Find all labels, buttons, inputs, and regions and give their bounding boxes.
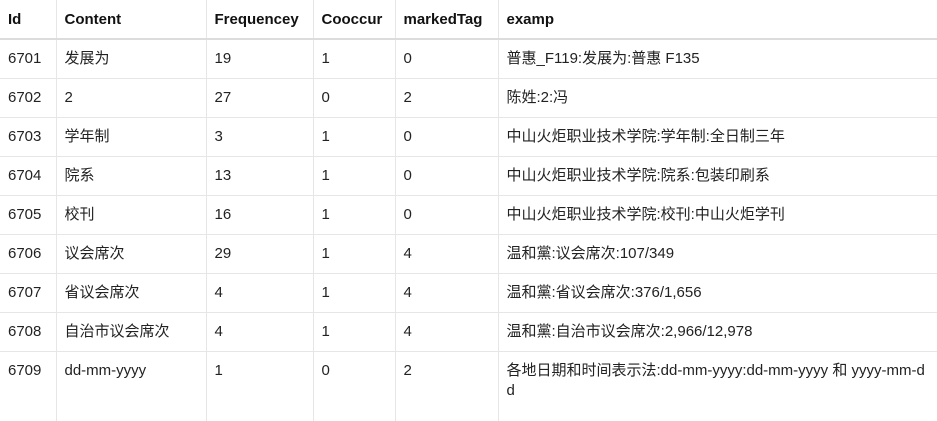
cell-frequency: 3 xyxy=(206,117,314,157)
cell-content: 自治市议会席次 xyxy=(56,312,207,352)
cell-cooccur: 1 xyxy=(313,39,396,79)
cell-id: 6706 xyxy=(0,234,57,274)
header-examp[interactable]: examp xyxy=(498,0,937,40)
cell-frequency: 19 xyxy=(206,39,314,79)
header-cooccur[interactable]: Cooccur xyxy=(313,0,396,40)
table-row[interactable]: 6704 院系 13 1 0 中山火炬职业技术学院:院系:包装印刷系 xyxy=(0,156,937,196)
cell-id: 6709 xyxy=(0,351,57,421)
cell-cooccur: 0 xyxy=(313,351,396,421)
cell-examp: 中山火炬职业技术学院:学年制:全日制三年 xyxy=(498,117,937,157)
header-frequency[interactable]: Frequencey xyxy=(206,0,314,40)
cell-content: 学年制 xyxy=(56,117,207,157)
cell-content: 校刊 xyxy=(56,195,207,235)
table-row[interactable]: 6702 2 27 0 2 陈姓:2:冯 xyxy=(0,78,937,118)
cell-content: 发展为 xyxy=(56,39,207,79)
cell-id: 6704 xyxy=(0,156,57,196)
cell-examp: 中山火炬职业技术学院:院系:包装印刷系 xyxy=(498,156,937,196)
cell-cooccur: 1 xyxy=(313,234,396,274)
cell-id: 6701 xyxy=(0,39,57,79)
table-row[interactable]: 6705 校刊 16 1 0 中山火炬职业技术学院:校刊:中山火炬学刊 xyxy=(0,195,937,235)
cell-examp: 陈姓:2:冯 xyxy=(498,78,937,118)
table-row[interactable]: 6709 dd-mm-yyyy 1 0 2 各地日期和时间表示法:dd-mm-y… xyxy=(0,351,937,421)
table-row[interactable]: 6708 自治市议会席次 4 1 4 温和黨:自治市议会席次:2,966/12,… xyxy=(0,312,937,352)
cell-cooccur: 1 xyxy=(313,312,396,352)
cell-cooccur: 1 xyxy=(313,117,396,157)
cell-id: 6707 xyxy=(0,273,57,313)
cell-cooccur: 1 xyxy=(313,195,396,235)
cell-examp: 各地日期和时间表示法:dd-mm-yyyy:dd-mm-yyyy 和 yyyy-… xyxy=(498,351,937,421)
cell-examp: 温和黨:议会席次:107/349 xyxy=(498,234,937,274)
header-id[interactable]: Id xyxy=(0,0,57,40)
cell-content: 院系 xyxy=(56,156,207,196)
cell-frequency: 29 xyxy=(206,234,314,274)
cell-cooccur: 1 xyxy=(313,156,396,196)
cell-frequency: 4 xyxy=(206,312,314,352)
table-header: Id Content Frequencey Cooccur markedTag … xyxy=(0,0,937,40)
cell-marked-tag: 4 xyxy=(395,273,499,313)
data-table-container: Id Content Frequencey Cooccur markedTag … xyxy=(0,0,937,421)
cell-marked-tag: 2 xyxy=(395,351,499,421)
cell-examp: 温和黨:省议会席次:376/1,656 xyxy=(498,273,937,313)
cell-content: 议会席次 xyxy=(56,234,207,274)
table-row[interactable]: 6707 省议会席次 4 1 4 温和黨:省议会席次:376/1,656 xyxy=(0,273,937,313)
cell-frequency: 27 xyxy=(206,78,314,118)
cell-marked-tag: 0 xyxy=(395,39,499,79)
cell-frequency: 16 xyxy=(206,195,314,235)
cell-marked-tag: 2 xyxy=(395,78,499,118)
cell-marked-tag: 0 xyxy=(395,195,499,235)
cell-marked-tag: 4 xyxy=(395,312,499,352)
cell-marked-tag: 0 xyxy=(395,156,499,196)
table-row[interactable]: 6703 学年制 3 1 0 中山火炬职业技术学院:学年制:全日制三年 xyxy=(0,117,937,157)
cell-content: 省议会席次 xyxy=(56,273,207,313)
cell-examp: 普惠_F119:发展为:普惠 F135 xyxy=(498,39,937,79)
cell-marked-tag: 0 xyxy=(395,117,499,157)
cell-cooccur: 1 xyxy=(313,273,396,313)
table-row[interactable]: 6706 议会席次 29 1 4 温和黨:议会席次:107/349 xyxy=(0,234,937,274)
data-table: Id Content Frequencey Cooccur markedTag … xyxy=(0,0,937,421)
cell-id: 6702 xyxy=(0,78,57,118)
cell-content: dd-mm-yyyy xyxy=(56,351,207,421)
table-body: 6701 发展为 19 1 0 普惠_F119:发展为:普惠 F135 6702… xyxy=(0,39,937,421)
cell-frequency: 1 xyxy=(206,351,314,421)
cell-cooccur: 0 xyxy=(313,78,396,118)
cell-id: 6708 xyxy=(0,312,57,352)
cell-examp: 温和黨:自治市议会席次:2,966/12,978 xyxy=(498,312,937,352)
header-row: Id Content Frequencey Cooccur markedTag … xyxy=(0,0,937,40)
cell-examp: 中山火炬职业技术学院:校刊:中山火炬学刊 xyxy=(498,195,937,235)
header-content[interactable]: Content xyxy=(56,0,207,40)
cell-id: 6703 xyxy=(0,117,57,157)
cell-content: 2 xyxy=(56,78,207,118)
cell-id: 6705 xyxy=(0,195,57,235)
cell-frequency: 13 xyxy=(206,156,314,196)
cell-frequency: 4 xyxy=(206,273,314,313)
cell-marked-tag: 4 xyxy=(395,234,499,274)
table-row[interactable]: 6701 发展为 19 1 0 普惠_F119:发展为:普惠 F135 xyxy=(0,39,937,79)
header-marked-tag[interactable]: markedTag xyxy=(395,0,499,40)
